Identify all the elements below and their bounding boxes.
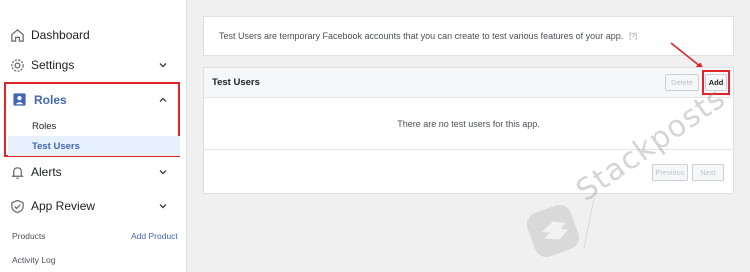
products-label: Products xyxy=(12,231,46,241)
sidebar-item-label: Alerts xyxy=(31,165,62,179)
sidebar-item-label: Settings xyxy=(31,58,75,72)
chevron-down-icon xyxy=(159,170,167,175)
sidebar-item-roles[interactable]: Roles xyxy=(8,86,180,114)
sidebar-item-label: Dashboard xyxy=(31,28,90,42)
home-icon xyxy=(9,27,25,43)
sidebar: Dashboard Settings Roles Roles Test User… xyxy=(0,0,187,272)
roles-icon xyxy=(12,92,28,108)
chevron-up-icon xyxy=(159,97,167,102)
sidebar-subitem-test-users[interactable]: Test Users xyxy=(8,136,180,156)
sidebar-item-dashboard[interactable]: Dashboard xyxy=(0,18,187,52)
sidebar-item-label: App Review xyxy=(31,199,96,213)
bell-icon xyxy=(9,164,25,180)
chevron-down-icon xyxy=(159,204,167,209)
sidebar-item-alerts[interactable]: Alerts xyxy=(0,155,187,189)
sidebar-item-activity-log[interactable]: Activity Log xyxy=(0,251,187,269)
intro-text: Test Users are temporary Facebook accoun… xyxy=(219,31,624,41)
help-link[interactable]: [?] xyxy=(629,33,637,40)
previous-button[interactable]: Previous xyxy=(652,164,688,181)
sidebar-item-label: Roles xyxy=(34,93,67,107)
sidebar-item-settings[interactable]: Settings xyxy=(0,48,187,82)
sidebar-item-app-review[interactable]: App Review xyxy=(0,189,187,223)
gear-icon xyxy=(9,57,25,73)
products-row: Products Add Product xyxy=(0,227,187,245)
intro-panel: Test Users are temporary Facebook accoun… xyxy=(203,16,734,56)
delete-button[interactable]: Delete xyxy=(665,74,699,91)
shield-check-icon xyxy=(9,198,25,214)
add-product-link[interactable]: Add Product xyxy=(131,231,178,241)
panel-title: Test Users xyxy=(212,77,260,88)
sidebar-subitem-roles[interactable]: Roles xyxy=(8,116,180,136)
test-users-header: Test Users xyxy=(204,68,733,98)
next-button[interactable]: Next xyxy=(692,164,724,181)
roles-section: Roles Roles Test Users xyxy=(4,82,180,157)
activity-log-label: Activity Log xyxy=(12,255,56,265)
chevron-down-icon xyxy=(159,63,167,68)
